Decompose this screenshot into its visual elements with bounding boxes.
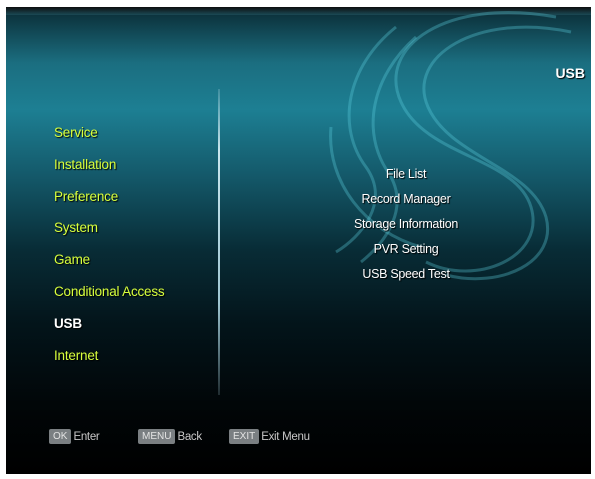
menu-key-badge: MENU	[138, 429, 176, 444]
menu-divider	[218, 89, 220, 395]
tv-menu-screen: USB Service Installation Preference Syst…	[6, 7, 591, 474]
menu-item-internet[interactable]: Internet	[54, 340, 164, 372]
menu-item-game[interactable]: Game	[54, 244, 164, 276]
submenu-item-record-manager[interactable]: Record Manager	[336, 187, 476, 212]
footer-hints: OK Enter MENU Back EXIT Exit Menu	[6, 429, 591, 449]
submenu-item-file-list[interactable]: File List	[336, 162, 476, 187]
menu-item-preference[interactable]: Preference	[54, 181, 164, 213]
submenu-item-pvr-setting[interactable]: PVR Setting	[336, 237, 476, 262]
hint-exit[interactable]: EXIT Exit Menu	[229, 429, 310, 444]
menu-item-installation[interactable]: Installation	[54, 149, 164, 181]
main-menu: Service Installation Preference System G…	[54, 117, 165, 372]
submenu-item-storage-information[interactable]: Storage Information	[336, 212, 476, 237]
hint-ok-label: Enter	[73, 430, 100, 443]
menu-item-conditional-access[interactable]: Conditional Access	[54, 276, 165, 308]
hint-ok[interactable]: OK Enter	[49, 429, 100, 444]
exit-key-badge: EXIT	[229, 429, 260, 444]
hint-exit-label: Exit Menu	[261, 430, 310, 443]
hint-menu[interactable]: MENU Back	[138, 429, 202, 444]
hint-menu-label: Back	[177, 430, 202, 443]
screen-title: USB	[555, 65, 585, 81]
menu-item-service[interactable]: Service	[54, 117, 164, 149]
submenu-item-usb-speed-test[interactable]: USB Speed Test	[336, 262, 476, 287]
menu-item-usb[interactable]: USB	[54, 308, 164, 340]
ok-key-badge: OK	[49, 429, 72, 444]
usb-submenu: File List Record Manager Storage Informa…	[336, 162, 476, 287]
menu-item-system[interactable]: System	[54, 212, 164, 244]
